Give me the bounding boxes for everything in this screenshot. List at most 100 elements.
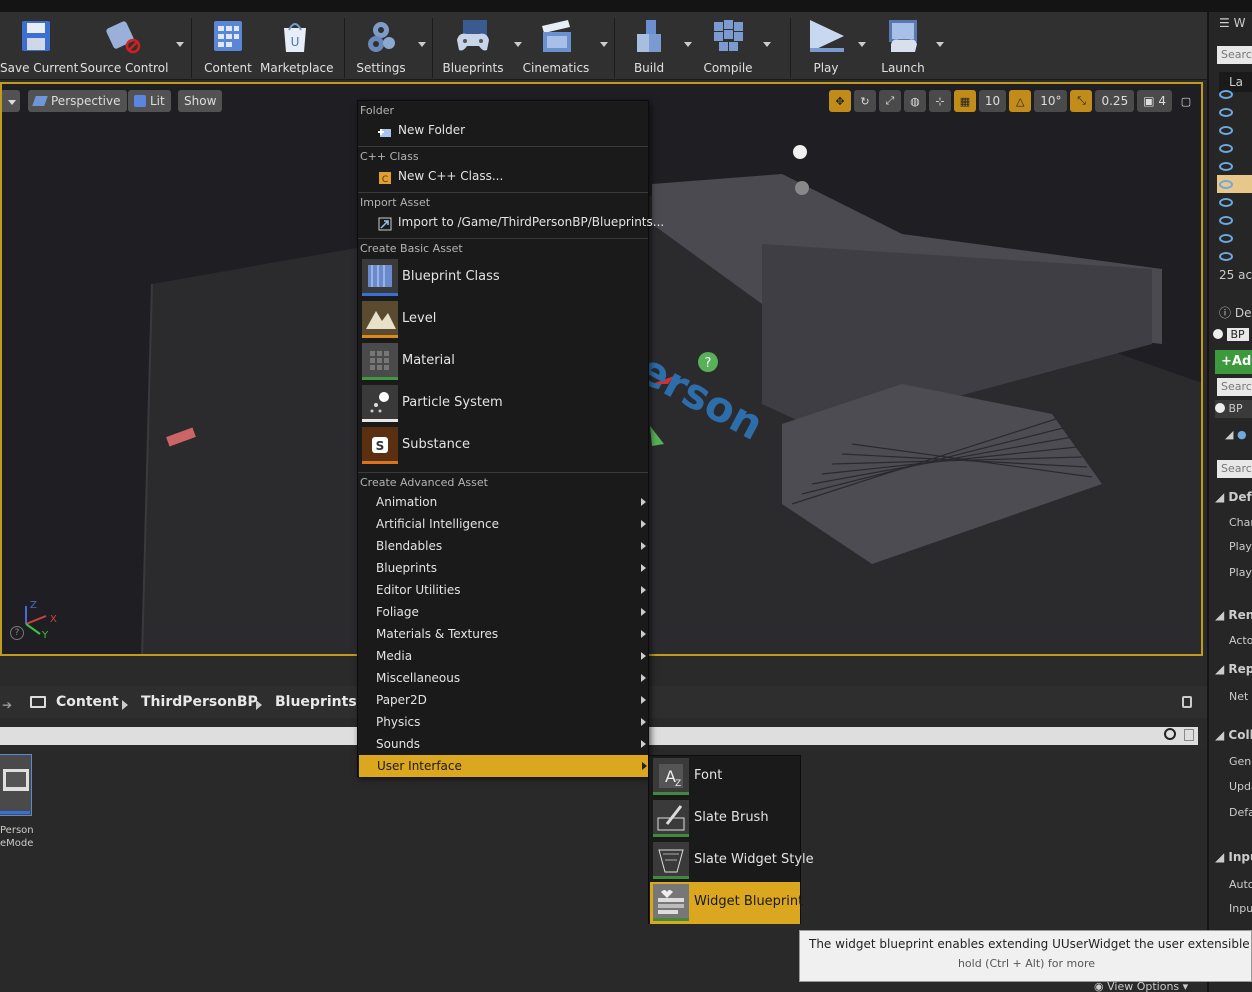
play-button[interactable]: Play	[804, 16, 866, 76]
advanced-item-user-interface[interactable]: User Interface	[359, 755, 649, 777]
compile-button[interactable]: Compile	[703, 16, 771, 76]
perspective-button[interactable]: Perspective	[28, 90, 127, 112]
camera-speed-button[interactable]: ▣ 4	[1137, 90, 1172, 112]
visibility-eye-icon[interactable]	[1219, 216, 1233, 225]
scale-snap-icon[interactable]: ⤡	[1070, 90, 1093, 112]
cinematics-dropdown-icon[interactable]	[600, 42, 608, 47]
visibility-eye-icon[interactable]	[1219, 198, 1233, 207]
advanced-item-physics[interactable]: Physics	[358, 711, 648, 733]
search-icon[interactable]	[1164, 728, 1176, 740]
components-search-input[interactable]: Search	[1217, 378, 1252, 396]
help-icon[interactable]: ?	[10, 626, 24, 640]
advanced-item-media[interactable]: Media	[358, 645, 648, 667]
advanced-item-paper2d[interactable]: Paper2D	[358, 689, 648, 711]
breadcrumb-blueprints[interactable]: Blueprints	[275, 694, 357, 710]
visibility-eye-icon[interactable]	[1219, 126, 1233, 135]
floppy-disk-icon	[16, 18, 56, 56]
gamepad-icon	[0, 769, 30, 814]
advanced-item-blendables[interactable]: Blendables	[358, 535, 648, 557]
play-dropdown-icon[interactable]	[858, 42, 866, 47]
component-child-item[interactable]: ◢ ●	[1225, 428, 1252, 441]
settings-dropdown-icon[interactable]	[418, 42, 426, 47]
visibility-eye-icon[interactable]	[1219, 162, 1233, 171]
advanced-item-sounds[interactable]: Sounds	[358, 733, 648, 755]
visibility-eye-icon[interactable]	[1219, 180, 1233, 189]
visibility-eye-icon[interactable]	[1219, 108, 1233, 117]
launch-dropdown-icon[interactable]	[936, 42, 944, 47]
actor-name-field[interactable]: BP	[1226, 328, 1249, 341]
advanced-item-miscellaneous[interactable]: Miscellaneous	[358, 667, 648, 689]
asset-tile[interactable]	[0, 754, 32, 816]
source-control-dropdown-icon[interactable]	[176, 42, 184, 47]
add-component-button[interactable]: +Ad	[1215, 350, 1252, 374]
visibility-eye-icon[interactable]	[1219, 234, 1233, 243]
lit-button[interactable]: Lit	[128, 90, 171, 112]
blueprints-button[interactable]: Blueprints	[442, 16, 522, 76]
show-button[interactable]: Show	[178, 90, 223, 112]
marketplace-button[interactable]: U Marketplace	[260, 16, 334, 76]
compile-dropdown-icon[interactable]	[763, 42, 771, 47]
breadcrumb-chevron-icon[interactable]	[256, 700, 262, 710]
surface-snap-icon[interactable]: ⊹	[928, 90, 951, 112]
details-tab[interactable]: ⓘ De	[1219, 304, 1252, 321]
visibility-eye-icon[interactable]	[1219, 90, 1233, 99]
slate-brush-item[interactable]: Slate Brush	[650, 798, 800, 840]
advanced-item-foliage[interactable]: Foliage	[358, 601, 648, 623]
maximize-icon[interactable]: ▢	[1175, 90, 1197, 112]
content-button[interactable]: Content	[202, 16, 254, 76]
material-item[interactable]: Material	[358, 341, 648, 383]
section-header-replication[interactable]: ◢ Repli	[1215, 662, 1252, 676]
advanced-item-editor-utilities[interactable]: Editor Utilities	[358, 579, 648, 601]
viewport-options-dropdown[interactable]	[2, 90, 20, 112]
outliner-search-input[interactable]: Searc	[1217, 46, 1252, 64]
font-item[interactable]: AZ Font	[650, 756, 800, 798]
section-header-rendering[interactable]: ◢ Rend	[1215, 608, 1252, 622]
rotation-snap-icon[interactable]: △	[1009, 90, 1032, 112]
world-outliner-tab[interactable]: ☰ W	[1219, 16, 1252, 30]
launch-button[interactable]: Launch	[880, 16, 944, 76]
lock-icon[interactable]	[1182, 696, 1192, 708]
advanced-item-animation[interactable]: Animation	[358, 491, 648, 513]
label-column-header[interactable]: La	[1219, 72, 1252, 92]
translate-icon[interactable]: ✥	[828, 90, 851, 112]
component-tree-item[interactable]: BP	[1215, 400, 1252, 418]
build-button[interactable]: Build	[624, 16, 692, 76]
visibility-eye-icon[interactable]	[1219, 144, 1233, 153]
build-dropdown-icon[interactable]	[684, 42, 692, 47]
settings-button[interactable]: Settings	[354, 16, 426, 76]
particle-system-item[interactable]: Particle System	[358, 383, 648, 425]
blueprint-class-item[interactable]: Blueprint Class	[358, 257, 648, 299]
source-control-button[interactable]: Source Control	[80, 16, 184, 76]
import-asset-item[interactable]: Import to /Game/ThirdPersonBP/Blueprints…	[358, 210, 664, 234]
new-cpp-class-item[interactable]: C New C++ Class...	[358, 164, 648, 188]
section-header-input[interactable]: ◢ Input	[1215, 850, 1252, 864]
section-header-collision[interactable]: ◢ Collis	[1215, 728, 1252, 742]
details-search-input[interactable]: Search	[1217, 460, 1252, 478]
visibility-eye-icon[interactable]	[1219, 252, 1233, 261]
menu-divider	[358, 472, 648, 473]
new-folder-item[interactable]: New Folder	[358, 118, 648, 142]
cinematics-button[interactable]: Cinematics	[522, 16, 608, 76]
advanced-item-blueprints[interactable]: Blueprints	[358, 557, 648, 579]
save-current-button[interactable]: Save Current	[0, 16, 78, 76]
advanced-item-materials-textures[interactable]: Materials & Textures	[358, 623, 648, 645]
grid-snap-value[interactable]: 10	[978, 90, 1007, 112]
level-item[interactable]: Level	[358, 299, 648, 341]
rotation-snap-value[interactable]: 10°	[1034, 90, 1068, 112]
grid-snap-icon[interactable]: ▦	[953, 90, 976, 112]
rotate-icon[interactable]: ↻	[853, 90, 876, 112]
forward-arrow-icon[interactable]: ➔	[2, 698, 12, 712]
save-search-icon[interactable]	[1184, 729, 1194, 741]
breadcrumb-chevron-icon[interactable]	[122, 700, 128, 710]
section-header-default[interactable]: ◢ Defa	[1215, 490, 1252, 504]
scale-snap-value[interactable]: 0.25	[1095, 90, 1135, 112]
breadcrumb-thirdpersonbp[interactable]: ThirdPersonBP	[141, 694, 258, 710]
substance-item[interactable]: S Substance	[358, 425, 648, 467]
breadcrumb-content[interactable]: Content	[56, 694, 119, 710]
scale-icon[interactable]: ⤢	[878, 90, 901, 112]
advanced-item-artificial-intelligence[interactable]: Artificial Intelligence	[358, 513, 648, 535]
slate-widget-style-item[interactable]: Slate Widget Style	[650, 840, 814, 882]
world-icon[interactable]: ◍	[903, 90, 926, 112]
widget-blueprint-item[interactable]: Widget Blueprint	[650, 882, 803, 924]
blueprints-dropdown-icon[interactable]	[514, 42, 522, 47]
